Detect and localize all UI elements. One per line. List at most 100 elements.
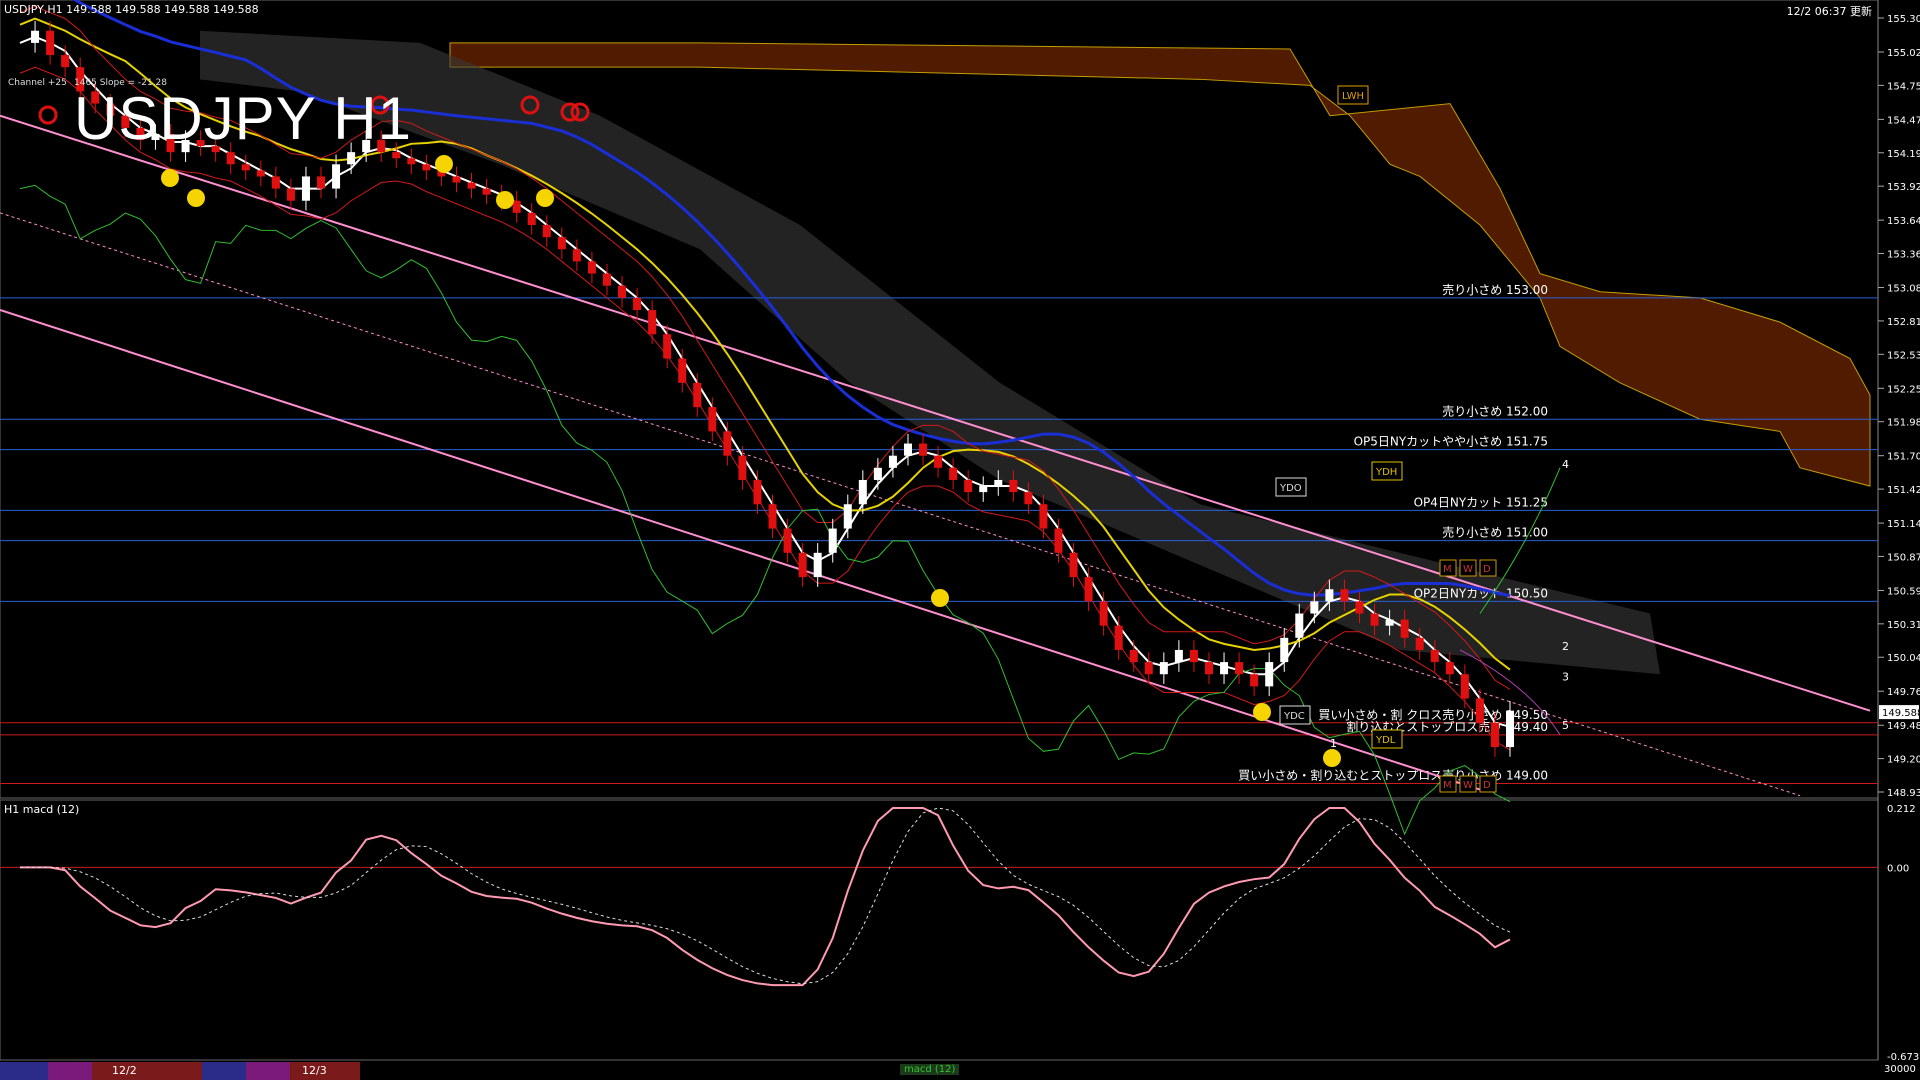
date-label-1: 12/2	[112, 1064, 137, 1077]
candle-body	[1400, 619, 1409, 638]
pivot-label: 5	[1562, 719, 1569, 732]
candle-body	[1475, 698, 1484, 723]
ydo-label: YDO	[1279, 483, 1302, 494]
level-label: 買い小さめ・割り込むとストップロス売り小さめ 149.00	[1238, 768, 1548, 783]
volume-value: 30000	[1884, 1064, 1916, 1075]
candle-body	[542, 225, 551, 238]
candle-body	[602, 273, 611, 286]
candle-body	[587, 261, 596, 274]
fractal-circle	[931, 589, 949, 607]
axis-tick-label: 150.040	[1887, 653, 1920, 664]
candle-body	[678, 358, 687, 383]
candle-body	[768, 504, 777, 529]
candle-body	[1189, 649, 1198, 663]
axis-tick-label: 149.760	[1887, 687, 1920, 698]
candle-body	[1114, 625, 1123, 650]
pivot-label: 3	[1562, 670, 1569, 683]
macd-title: H1 macd (12)	[4, 803, 80, 816]
candle-body	[46, 30, 55, 56]
candle-body	[1460, 674, 1469, 699]
mwd-label: D	[1483, 780, 1491, 791]
candle-body	[903, 443, 912, 456]
candle-body	[1235, 662, 1244, 675]
candle-body	[226, 152, 235, 165]
current-price-label: 149.588	[1882, 708, 1920, 719]
mwd-label: W	[1463, 780, 1473, 791]
candle-body	[1039, 504, 1048, 529]
macd-tab[interactable]: macd (12)	[900, 1064, 960, 1075]
candle-body	[1295, 613, 1304, 638]
candle-body	[317, 176, 326, 189]
macd-axis-label: 0.00	[1887, 863, 1909, 874]
axis-tick-label: 154.195	[1887, 149, 1920, 160]
candle-body	[618, 285, 627, 298]
candle-body	[512, 200, 521, 213]
candle-body	[1220, 662, 1229, 675]
fractal-circle	[1253, 703, 1271, 721]
axis-tick-label: 153.365	[1887, 250, 1920, 261]
candle-body	[1340, 589, 1349, 602]
level-label: 売り小さめ 152.00	[1442, 403, 1548, 418]
candle-body	[994, 479, 1003, 487]
axis-tick-label: 153.640	[1887, 216, 1920, 227]
axis-tick-label: 152.810	[1887, 317, 1920, 328]
candle-body	[527, 212, 536, 226]
candle-body	[557, 237, 566, 250]
candle-body	[61, 55, 70, 68]
candle-body	[286, 188, 295, 201]
candle-body	[347, 152, 356, 165]
mwd-label: M	[1443, 780, 1452, 791]
candle-body	[813, 552, 822, 578]
axis-tick-label: 150.870	[1887, 552, 1920, 563]
axis-tick-label: 151.700	[1887, 452, 1920, 463]
level-label: OP5日NYカットやや小さめ 151.75	[1354, 435, 1548, 449]
candle-body	[828, 528, 837, 553]
candle-body	[738, 455, 747, 480]
candle-body	[1250, 674, 1259, 687]
lwh-label: LWH	[1342, 91, 1364, 102]
candle-body	[858, 479, 867, 505]
candle-body	[1159, 662, 1168, 675]
candle-body	[332, 164, 341, 189]
fractal-circle	[435, 155, 453, 173]
fractal-circle	[1323, 749, 1341, 767]
candle-body	[798, 552, 807, 578]
axis-tick-label: 152.535	[1887, 350, 1920, 361]
candle-body	[1490, 722, 1499, 748]
level-label: OP4日NYカット 151.25	[1414, 495, 1548, 509]
candle-body	[572, 249, 581, 262]
candle-body	[663, 334, 672, 359]
candle-body	[753, 479, 762, 505]
candle-body	[949, 467, 958, 480]
candle-body	[1009, 479, 1018, 493]
mwd-label: D	[1483, 564, 1491, 575]
fractal-circle	[187, 189, 205, 207]
candle-body	[708, 407, 717, 432]
chart-big-title: USDJPY H1	[74, 85, 413, 152]
ydl-label: YDL	[1375, 735, 1396, 746]
candle-body	[1415, 637, 1424, 650]
candle-body	[271, 176, 280, 189]
fractal-circle	[161, 169, 179, 187]
candle-body	[1265, 662, 1274, 687]
axis-tick-label: 153.085	[1887, 284, 1920, 295]
axis-tick-label: 152.255	[1887, 384, 1920, 395]
candle-body	[1144, 662, 1153, 675]
candle-body	[1084, 577, 1093, 602]
candle-body	[467, 182, 476, 189]
candle-body	[648, 309, 657, 335]
candle-body	[783, 528, 792, 553]
candle-body	[888, 455, 897, 468]
axis-tick-label: 149.480	[1887, 721, 1920, 732]
candle-body	[693, 382, 702, 408]
ydc-label: YDC	[1283, 711, 1305, 722]
ydh-label: YDH	[1375, 467, 1397, 478]
pivot-label: 2	[1562, 640, 1569, 653]
candle-body	[1355, 601, 1364, 614]
header-datetime: 12/2 06:37 更新	[1786, 5, 1872, 18]
symbol-info: USDJPY,H1 149.588 149.588 149.588 149.58…	[4, 3, 259, 16]
candle-body	[1069, 552, 1078, 578]
candle-body	[919, 443, 928, 456]
axis-tick-label: 149.205	[1887, 755, 1920, 766]
chart-canvas: 売り小さめ 153.00 売り小さめ 152.00 OP5日NYカットやや小さめ 1…	[0, 0, 1920, 1063]
